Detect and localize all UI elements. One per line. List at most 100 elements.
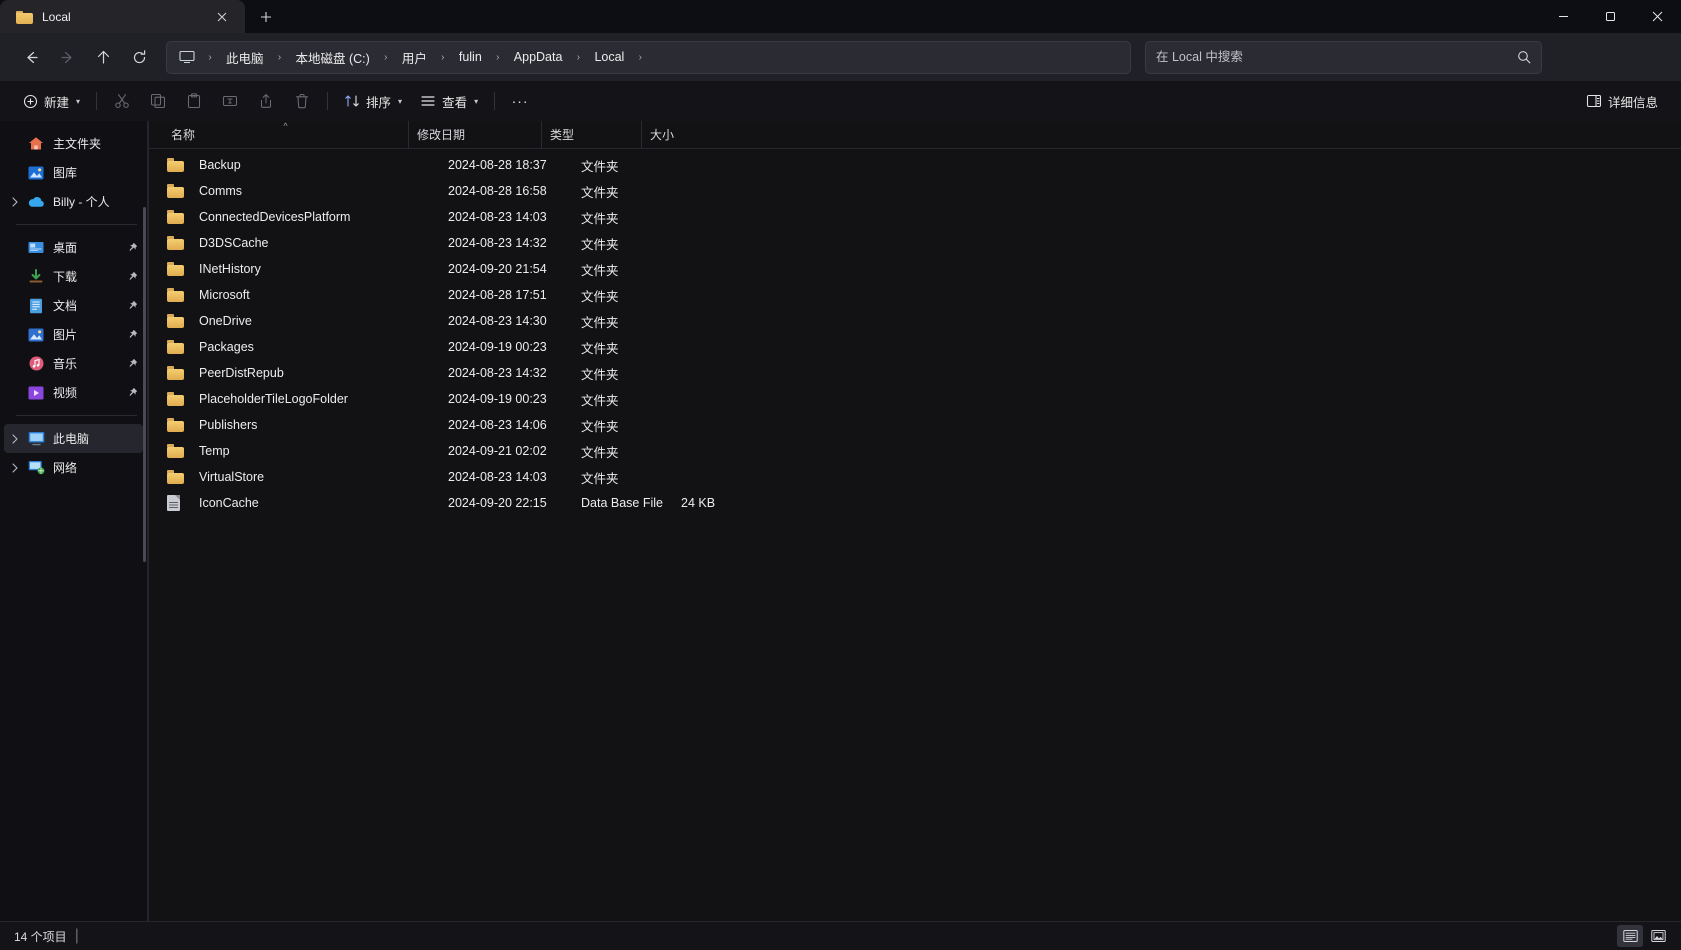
column-header-date-modified[interactable]: 修改日期 (408, 121, 541, 149)
breadcrumb-item-2[interactable]: 用户 (395, 44, 434, 71)
breadcrumb-item-0[interactable]: 此电脑 (219, 44, 271, 71)
table-row[interactable]: IconCache 2024-09-20 22:15 Data Base Fil… (153, 490, 1675, 516)
tab-local[interactable]: Local (0, 0, 245, 33)
sidebar-item-label: 图库 (53, 166, 78, 180)
sort-button[interactable]: 排序 ▾ (335, 86, 411, 116)
breadcrumb-separator[interactable]: › (569, 52, 587, 63)
file-type: 文件夹 (581, 289, 619, 304)
file-name: Comms (199, 184, 243, 198)
sidebar-item-home[interactable]: 主文件夹 (4, 129, 143, 158)
up-arrow-icon[interactable] (86, 40, 120, 74)
search-box[interactable] (1145, 40, 1542, 74)
chevron-down-icon: ▾ (474, 96, 479, 106)
pin-icon[interactable] (125, 271, 139, 282)
sidebar-item-label: 图片 (53, 328, 78, 342)
search-icon[interactable] (1517, 50, 1531, 64)
sort-button-label: 排序 (366, 95, 392, 110)
close-icon[interactable] (1634, 0, 1681, 33)
pin-icon[interactable] (125, 300, 139, 311)
table-row[interactable]: Packages 2024-09-19 00:23 文件夹 (153, 334, 1675, 360)
details-view-icon[interactable] (1617, 925, 1643, 947)
sort-ascending-icon: ^ (283, 121, 288, 131)
refresh-icon[interactable] (122, 40, 156, 74)
file-name: Temp (199, 444, 230, 458)
breadcrumb-separator[interactable]: › (631, 52, 649, 63)
sidebar-item-network[interactable]: 网络 (4, 453, 143, 482)
pin-icon[interactable] (125, 387, 139, 398)
address-bar: › 此电脑 › 本地磁盘 (C:) › 用户 › fulin › AppData… (0, 33, 1681, 81)
table-row[interactable]: Backup 2024-08-28 18:37 文件夹 (153, 152, 1675, 178)
close-icon[interactable] (209, 5, 235, 29)
sidebar-item-downloads[interactable]: 下载 (4, 262, 143, 291)
large-icons-view-icon[interactable] (1645, 925, 1671, 947)
view-button[interactable]: 查看 ▾ (411, 86, 487, 116)
table-row[interactable]: VirtualStore 2024-08-23 14:03 文件夹 (153, 464, 1675, 490)
sidebar-item-desktop[interactable]: 桌面 (4, 233, 143, 262)
view-button-label: 查看 (442, 95, 468, 110)
sidebar-item-pictures[interactable]: 图片 (4, 320, 143, 349)
table-row[interactable]: Publishers 2024-08-23 14:06 文件夹 (153, 412, 1675, 438)
share-icon[interactable] (248, 86, 284, 116)
breadcrumb-separator: › (208, 51, 212, 63)
forward-arrow-icon[interactable] (50, 40, 84, 74)
table-row[interactable]: PlaceholderTileLogoFolder 2024-09-19 00:… (153, 386, 1675, 412)
this-pc-icon[interactable] (173, 50, 201, 64)
sidebar-item-onedrive[interactable]: Billy - 个人 (4, 187, 143, 216)
search-input[interactable] (1156, 50, 1517, 64)
file-size: 24 KB (681, 496, 716, 510)
table-row[interactable]: Comms 2024-08-28 16:58 文件夹 (153, 178, 1675, 204)
breadcrumb-item-3[interactable]: fulin (452, 46, 489, 68)
table-row[interactable]: INetHistory 2024-09-20 21:54 文件夹 (153, 256, 1675, 282)
breadcrumb-separator[interactable]: › (489, 52, 507, 63)
paste-icon[interactable] (176, 86, 212, 116)
column-header-name[interactable]: ^ 名称 (163, 121, 408, 149)
file-name: D3DSCache (199, 236, 269, 250)
file-type: Data Base File (581, 496, 663, 510)
table-row[interactable]: OneDrive 2024-08-23 14:30 文件夹 (153, 308, 1675, 334)
breadcrumb-separator[interactable]: › (434, 52, 452, 63)
breadcrumb[interactable]: › 此电脑 › 本地磁盘 (C:) › 用户 › fulin › AppData… (166, 40, 1131, 74)
sidebar-item-gallery[interactable]: 图库 (4, 158, 143, 187)
toolbar-divider (494, 92, 496, 110)
rename-icon[interactable] (212, 86, 248, 116)
new-button[interactable]: 新建 ▾ (14, 86, 89, 116)
desktop-icon (26, 240, 46, 256)
sidebar-item-music[interactable]: 音乐 (4, 349, 143, 378)
breadcrumb-item-1[interactable]: 本地磁盘 (C:) (289, 44, 377, 71)
back-arrow-icon[interactable] (14, 40, 48, 74)
overflow-menu-button[interactable]: ··· (502, 86, 538, 116)
breadcrumb-item-5[interactable]: Local (587, 46, 631, 68)
breadcrumb-separator[interactable]: › (271, 52, 289, 63)
sidebar-item-documents[interactable]: 文档 (4, 291, 143, 320)
new-tab-button[interactable] (249, 2, 283, 31)
folder-icon (167, 314, 187, 328)
column-header-type[interactable]: 类型 (541, 121, 641, 149)
cut-icon[interactable] (104, 86, 140, 116)
chevron-right-icon[interactable] (4, 433, 26, 444)
column-header-size[interactable]: 大小 (641, 121, 724, 149)
delete-icon[interactable] (284, 86, 320, 116)
table-row[interactable]: Microsoft 2024-08-28 17:51 文件夹 (153, 282, 1675, 308)
file-date: 2024-09-21 02:02 (448, 444, 547, 458)
folder-icon (167, 158, 187, 172)
pin-icon[interactable] (125, 329, 139, 340)
chevron-right-icon[interactable] (4, 462, 26, 473)
copy-icon[interactable] (140, 86, 176, 116)
minimize-icon[interactable] (1540, 0, 1587, 33)
sidebar-scrollbar[interactable] (143, 207, 146, 562)
pin-icon[interactable] (125, 358, 139, 369)
table-row[interactable]: ConnectedDevicesPlatform 2024-08-23 14:0… (153, 204, 1675, 230)
folder-icon (167, 288, 187, 302)
breadcrumb-item-4[interactable]: AppData (507, 46, 570, 68)
sidebar-item-this-pc[interactable]: 此电脑 (4, 424, 143, 453)
maximize-icon[interactable] (1587, 0, 1634, 33)
breadcrumb-separator[interactable]: › (377, 52, 395, 63)
details-pane-button[interactable]: 详细信息 (1577, 86, 1667, 116)
table-row[interactable]: D3DSCache 2024-08-23 14:32 文件夹 (153, 230, 1675, 256)
table-row[interactable]: Temp 2024-09-21 02:02 文件夹 (153, 438, 1675, 464)
chevron-right-icon[interactable] (4, 196, 26, 207)
file-date: 2024-09-20 21:54 (448, 262, 547, 276)
table-row[interactable]: PeerDistRepub 2024-08-23 14:32 文件夹 (153, 360, 1675, 386)
pin-icon[interactable] (125, 242, 139, 253)
sidebar-item-videos[interactable]: 视频 (4, 378, 143, 407)
